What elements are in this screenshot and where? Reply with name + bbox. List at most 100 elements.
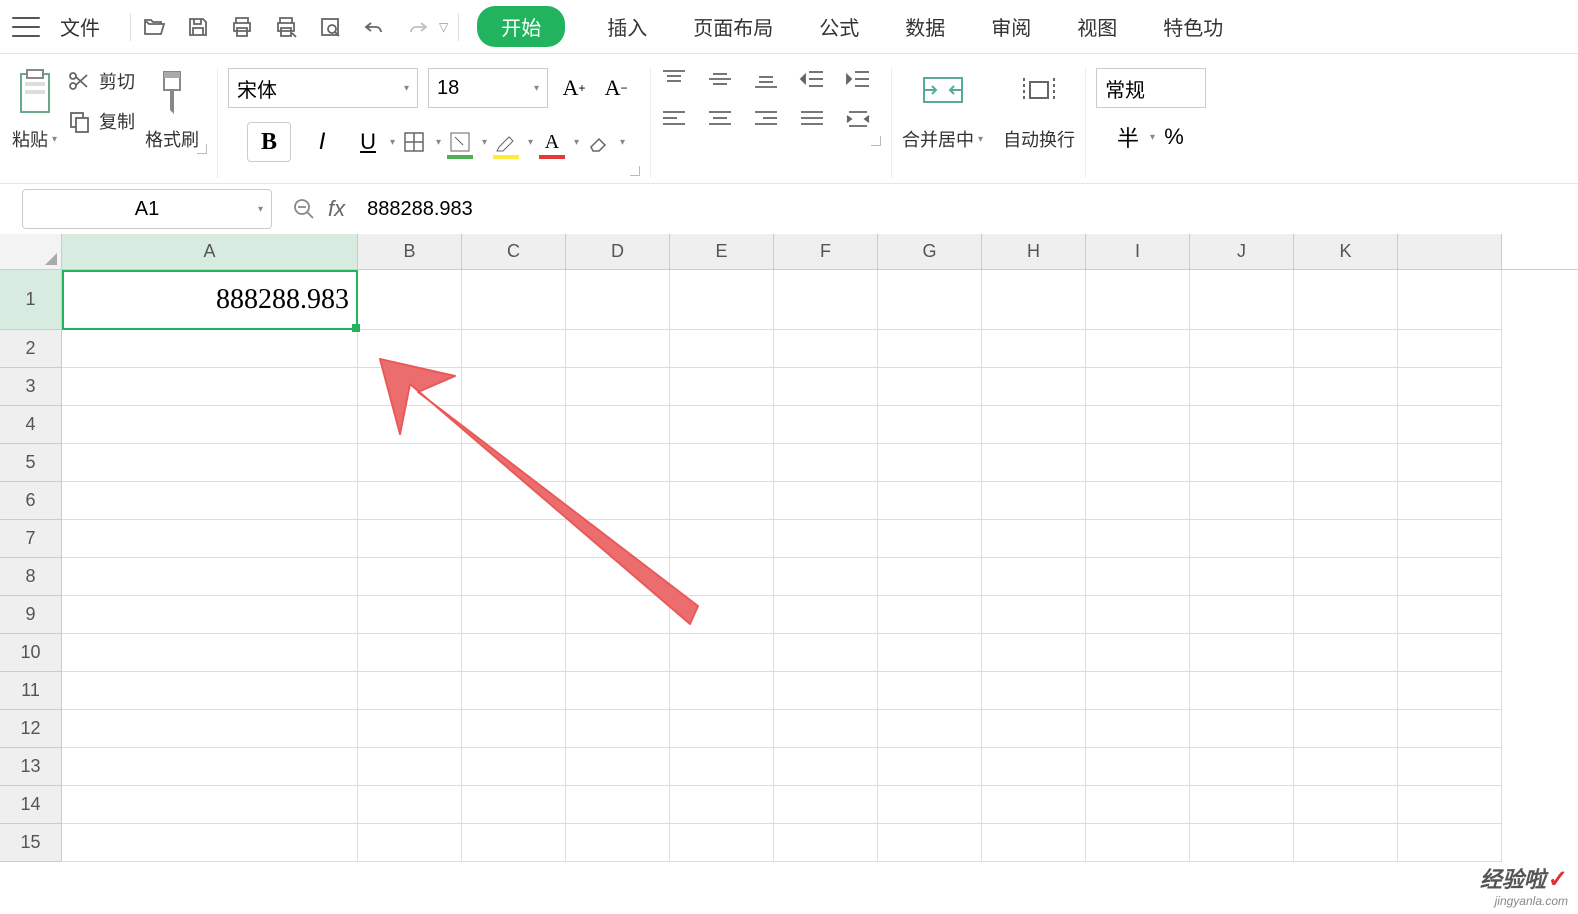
cell[interactable]: [774, 634, 878, 672]
cell[interactable]: [1294, 520, 1398, 558]
zoom-out-icon[interactable]: [292, 197, 316, 221]
cell[interactable]: [1190, 824, 1294, 862]
row-header-2[interactable]: 2: [0, 330, 62, 368]
cell[interactable]: [774, 672, 878, 710]
cell[interactable]: [358, 596, 462, 634]
cell[interactable]: [878, 824, 982, 862]
cell[interactable]: [566, 672, 670, 710]
cell[interactable]: [878, 634, 982, 672]
column-header-extra[interactable]: [1398, 234, 1502, 269]
cell[interactable]: [1398, 596, 1502, 634]
font-color-button[interactable]: A▾: [537, 127, 567, 157]
cell[interactable]: [1086, 368, 1190, 406]
cell[interactable]: [1294, 596, 1398, 634]
cell[interactable]: [670, 748, 774, 786]
cell[interactable]: [462, 672, 566, 710]
cell[interactable]: [462, 406, 566, 444]
cell[interactable]: [1398, 330, 1502, 368]
cell[interactable]: [358, 482, 462, 520]
cell[interactable]: [1294, 824, 1398, 862]
currency-button[interactable]: 半▾: [1113, 122, 1143, 152]
cell[interactable]: [1086, 444, 1190, 482]
column-header-F[interactable]: F: [774, 234, 878, 269]
dialog-launcher-icon[interactable]: [197, 144, 207, 154]
cell[interactable]: [982, 444, 1086, 482]
open-icon[interactable]: [141, 14, 167, 40]
cell[interactable]: [670, 482, 774, 520]
wrap-text-button[interactable]: 自动换行: [1003, 68, 1075, 152]
cell[interactable]: [878, 368, 982, 406]
highlight-button[interactable]: ▾: [491, 127, 521, 157]
preview-icon[interactable]: [317, 14, 343, 40]
row-header-5[interactable]: 5: [0, 444, 62, 482]
cell[interactable]: [566, 824, 670, 862]
cell[interactable]: [566, 482, 670, 520]
cell[interactable]: [62, 748, 358, 786]
cell[interactable]: [1294, 270, 1398, 330]
copy-button[interactable]: 复制: [67, 108, 135, 134]
cell[interactable]: [982, 710, 1086, 748]
cell[interactable]: [566, 406, 670, 444]
cell[interactable]: [1398, 710, 1502, 748]
cell[interactable]: [1086, 634, 1190, 672]
cell[interactable]: [1398, 786, 1502, 824]
cell[interactable]: [670, 444, 774, 482]
italic-button[interactable]: I: [307, 127, 337, 157]
fill-cell-button[interactable]: ▾: [445, 127, 475, 157]
cell[interactable]: [982, 406, 1086, 444]
cell[interactable]: [774, 748, 878, 786]
cell[interactable]: [1398, 444, 1502, 482]
number-format-select[interactable]: 常规: [1096, 68, 1206, 108]
cell[interactable]: [1086, 520, 1190, 558]
name-box[interactable]: A1▾: [22, 189, 272, 229]
cell[interactable]: [1086, 748, 1190, 786]
cell[interactable]: [566, 748, 670, 786]
cell[interactable]: [878, 406, 982, 444]
cell[interactable]: [982, 748, 1086, 786]
cell[interactable]: [62, 634, 358, 672]
cell[interactable]: [1086, 482, 1190, 520]
cell[interactable]: [1086, 824, 1190, 862]
cell[interactable]: [878, 710, 982, 748]
underline-button[interactable]: U▾: [353, 127, 383, 157]
row-header-4[interactable]: 4: [0, 406, 62, 444]
cell[interactable]: [1294, 634, 1398, 672]
cell[interactable]: [982, 368, 1086, 406]
cell[interactable]: [462, 634, 566, 672]
cell[interactable]: [982, 270, 1086, 330]
tab-formula[interactable]: 公式: [815, 0, 863, 53]
cell[interactable]: [1398, 482, 1502, 520]
cell[interactable]: [774, 482, 878, 520]
cell[interactable]: [462, 444, 566, 482]
tab-insert[interactable]: 插入: [603, 0, 651, 53]
tab-review[interactable]: 审阅: [987, 0, 1035, 53]
cell[interactable]: [982, 596, 1086, 634]
cell[interactable]: [670, 406, 774, 444]
cell[interactable]: [1086, 558, 1190, 596]
row-header-14[interactable]: 14: [0, 786, 62, 824]
cell[interactable]: [462, 520, 566, 558]
cell[interactable]: [62, 406, 358, 444]
cell[interactable]: [62, 710, 358, 748]
cell[interactable]: [1190, 368, 1294, 406]
cell[interactable]: [774, 330, 878, 368]
clear-format-button[interactable]: ▾: [583, 127, 613, 157]
row-header-1[interactable]: 1: [0, 270, 62, 330]
cell[interactable]: [566, 368, 670, 406]
cell[interactable]: [1190, 520, 1294, 558]
cell[interactable]: [878, 444, 982, 482]
row-header-6[interactable]: 6: [0, 482, 62, 520]
hamburger-icon[interactable]: [12, 17, 40, 37]
cell[interactable]: [62, 824, 358, 862]
cell[interactable]: [1294, 482, 1398, 520]
cell[interactable]: [878, 748, 982, 786]
cell[interactable]: [982, 330, 1086, 368]
cell[interactable]: [62, 786, 358, 824]
cell[interactable]: [982, 520, 1086, 558]
cut-button[interactable]: 剪切: [67, 68, 135, 94]
cell[interactable]: [462, 270, 566, 330]
cell[interactable]: [878, 672, 982, 710]
print-icon[interactable]: [229, 14, 255, 40]
cell[interactable]: [566, 270, 670, 330]
cell[interactable]: [1190, 786, 1294, 824]
